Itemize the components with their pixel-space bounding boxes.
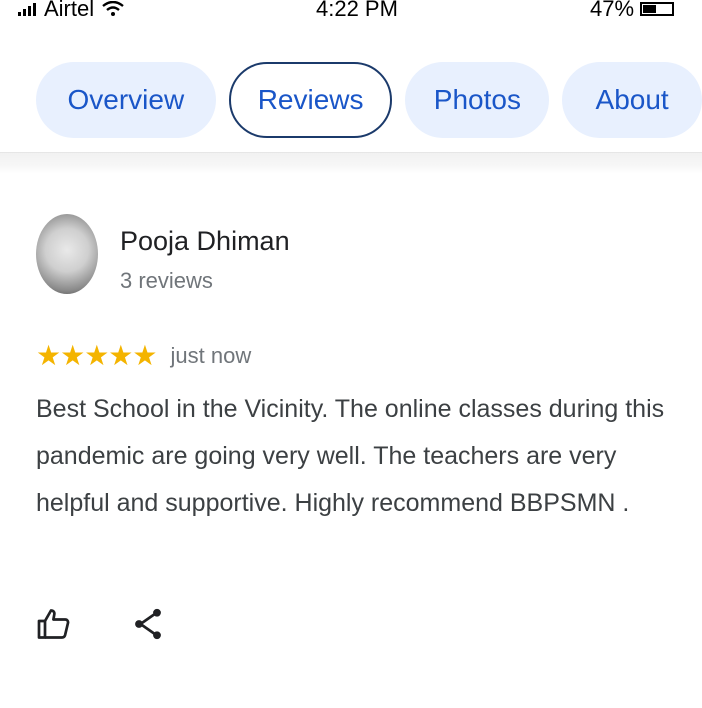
thumbs-up-icon[interactable] bbox=[36, 606, 72, 642]
status-time: 4:22 PM bbox=[316, 0, 398, 21]
signal-icon bbox=[18, 2, 36, 16]
tab-bar: Overview Reviews Photos About bbox=[0, 50, 702, 150]
tab-about[interactable]: About bbox=[562, 62, 702, 138]
status-right: 47% bbox=[590, 0, 675, 22]
tab-overview[interactable]: Overview bbox=[36, 62, 216, 138]
reviewer-name[interactable]: Pooja Dhiman bbox=[120, 226, 290, 257]
rating-row: ★★★★★ just now bbox=[36, 342, 251, 370]
review-time: just now bbox=[170, 343, 252, 368]
review-actions bbox=[36, 606, 166, 642]
carrier-label: Airtel bbox=[44, 0, 95, 21]
status-bar: Airtel 4:22 PM 47% bbox=[0, 0, 702, 30]
status-left: Airtel bbox=[18, 0, 124, 22]
share-icon[interactable] bbox=[130, 606, 166, 642]
tab-divider bbox=[0, 152, 702, 174]
tab-photos[interactable]: Photos bbox=[405, 62, 550, 138]
reviewer-review-count: 3 reviews bbox=[120, 268, 213, 293]
battery-icon bbox=[640, 2, 675, 16]
wifi-icon bbox=[102, 1, 124, 16]
tab-reviews[interactable]: Reviews bbox=[228, 62, 393, 138]
star-rating: ★★★★★ bbox=[36, 340, 158, 371]
battery-percent: 47% bbox=[590, 0, 635, 21]
avatar[interactable] bbox=[36, 214, 98, 294]
review-text: Best School in the Vicinity. The online … bbox=[36, 395, 665, 517]
review-card: Pooja Dhiman 3 reviews ★★★★★ just now Be… bbox=[0, 174, 702, 708]
